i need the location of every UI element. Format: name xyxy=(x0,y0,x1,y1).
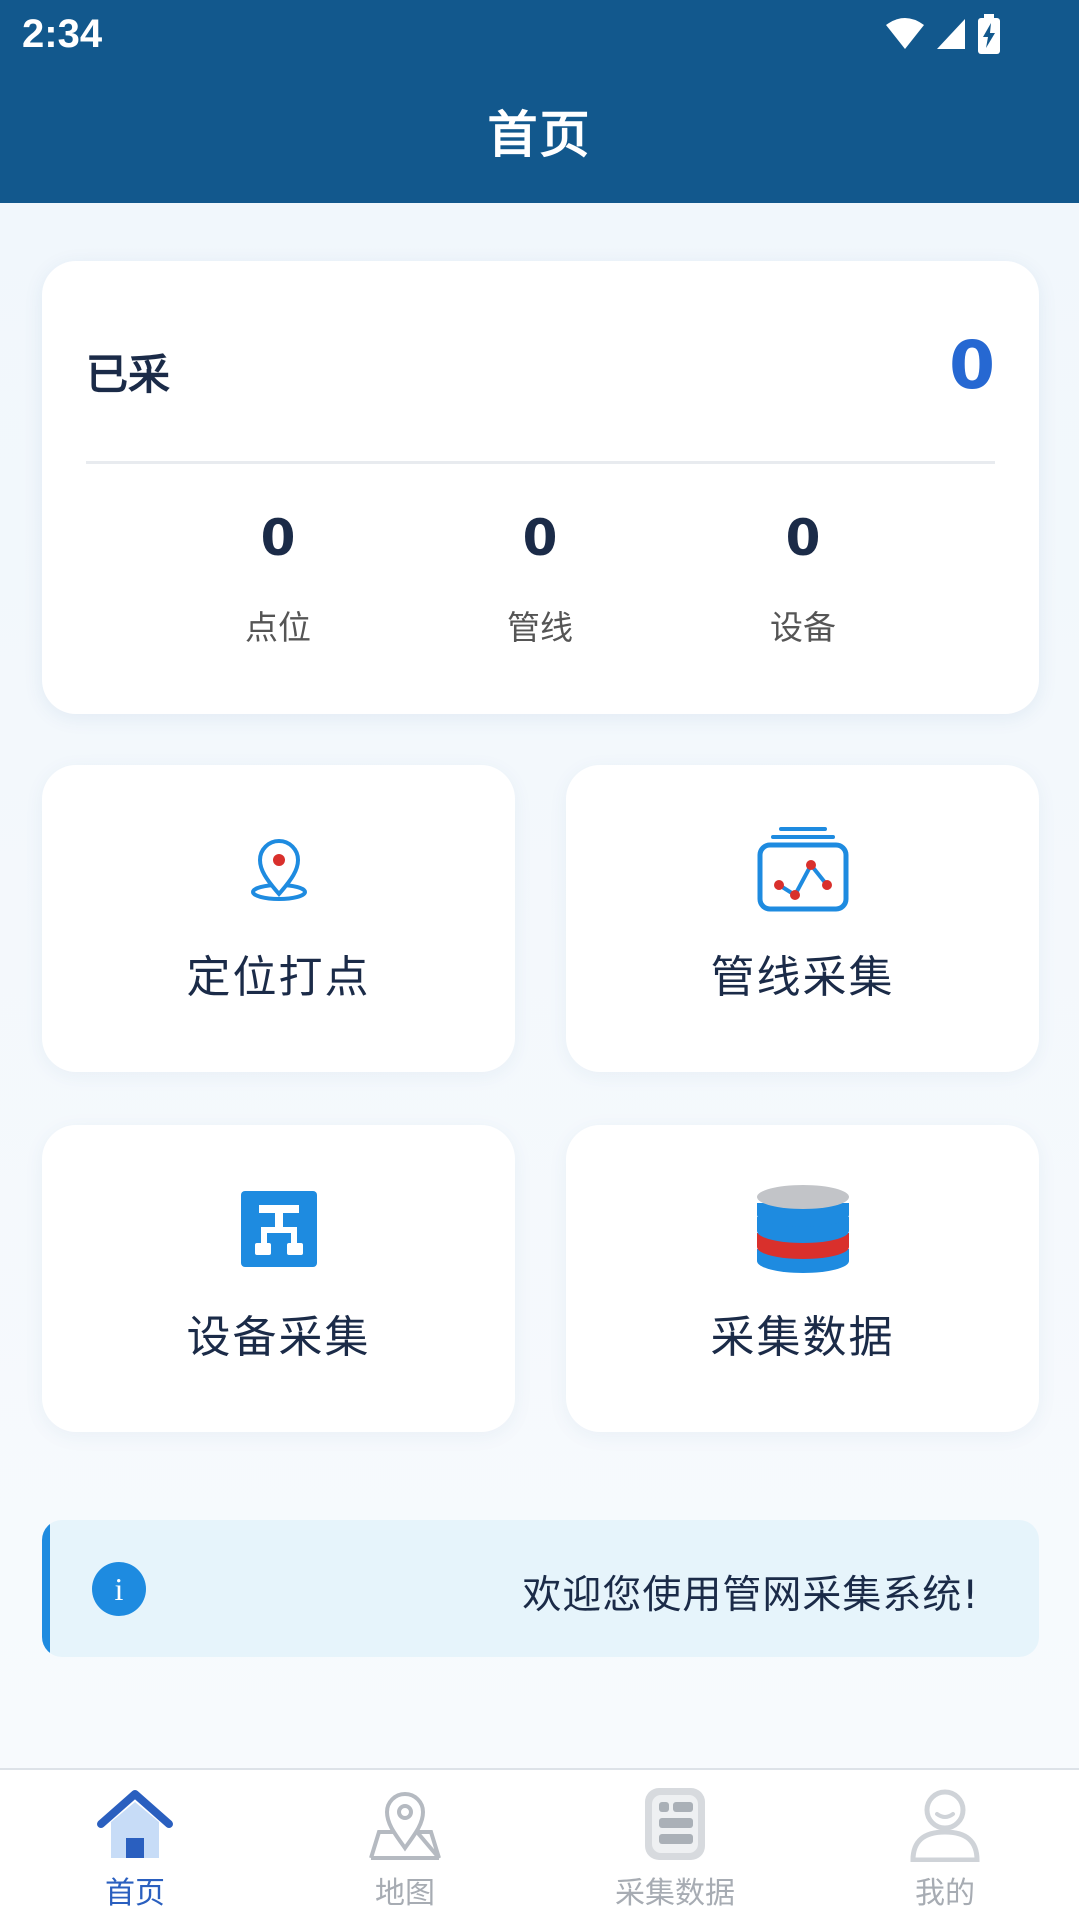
tab-mine[interactable]: 我的 xyxy=(810,1770,1079,1919)
status-icons xyxy=(885,12,1001,56)
stat-pipelines-value: 0 xyxy=(522,509,558,567)
tab-mine-label: 我的 xyxy=(915,1876,975,1911)
user-icon xyxy=(910,1789,980,1862)
status-time: 2:34 xyxy=(22,12,103,56)
tile-location-point-label: 定位打点 xyxy=(186,952,371,1003)
collected-total: 0 xyxy=(949,327,995,404)
stat-points: 0 点位 xyxy=(178,509,378,649)
stat-devices-value: 0 xyxy=(785,509,821,567)
tile-collected-data[interactable]: 采集数据 xyxy=(566,1125,1039,1432)
tab-collected-data-label: 采集数据 xyxy=(615,1876,735,1911)
location-pin-icon xyxy=(229,819,329,919)
tab-collected-data[interactable]: 采集数据 xyxy=(540,1770,810,1919)
data-list-icon xyxy=(645,1788,705,1860)
tile-device-collect[interactable]: 设备采集 xyxy=(42,1125,515,1432)
app-header: 首页 xyxy=(0,72,1079,203)
welcome-notice-text: 欢迎您使用管网采集系统! xyxy=(522,1573,979,1618)
stat-devices-label: 设备 xyxy=(770,608,836,647)
bottom-tab-bar: 首页 地图 采集数据 我的 xyxy=(0,1768,1079,1919)
tab-home-label: 首页 xyxy=(105,1876,165,1911)
info-icon: i xyxy=(92,1562,146,1616)
pipeline-chart-icon xyxy=(753,819,853,919)
tile-pipeline-collect[interactable]: 管线采集 xyxy=(566,765,1039,1072)
tab-map[interactable]: 地图 xyxy=(270,1770,540,1919)
home-content: 已采 0 0 点位 0 管线 0 设备 定位打点 管线采集 设备采集 采集数据 … xyxy=(0,203,1079,1768)
signal-icon xyxy=(937,19,965,49)
tile-collected-data-label: 采集数据 xyxy=(710,1312,895,1363)
status-bar: 2:34 xyxy=(0,0,1079,72)
collected-label: 已采 xyxy=(86,350,171,399)
device-network-icon xyxy=(229,1179,329,1279)
stat-pipelines: 0 管线 xyxy=(440,509,640,649)
stat-points-value: 0 xyxy=(260,509,296,567)
collected-summary-card: 已采 0 0 点位 0 管线 0 设备 xyxy=(42,261,1039,714)
summary-divider xyxy=(86,461,995,464)
wifi-icon xyxy=(886,18,924,49)
stat-pipelines-label: 管线 xyxy=(507,608,573,647)
stat-points-label: 点位 xyxy=(245,608,311,647)
welcome-notice: i 欢迎您使用管网采集系统! xyxy=(42,1520,1039,1657)
home-icon xyxy=(97,1790,173,1858)
map-pin-icon xyxy=(369,1792,441,1860)
tab-map-label: 地图 xyxy=(375,1876,435,1911)
tab-home[interactable]: 首页 xyxy=(0,1770,270,1919)
tile-location-point[interactable]: 定位打点 xyxy=(42,765,515,1072)
page-title: 首页 xyxy=(487,105,592,164)
stat-devices: 0 设备 xyxy=(703,509,903,649)
database-icon xyxy=(753,1179,853,1279)
battery-charging-icon xyxy=(978,14,1000,54)
notice-accent-bar xyxy=(42,1520,50,1657)
tile-device-collect-label: 设备采集 xyxy=(186,1312,371,1363)
tile-pipeline-collect-label: 管线采集 xyxy=(710,952,895,1003)
